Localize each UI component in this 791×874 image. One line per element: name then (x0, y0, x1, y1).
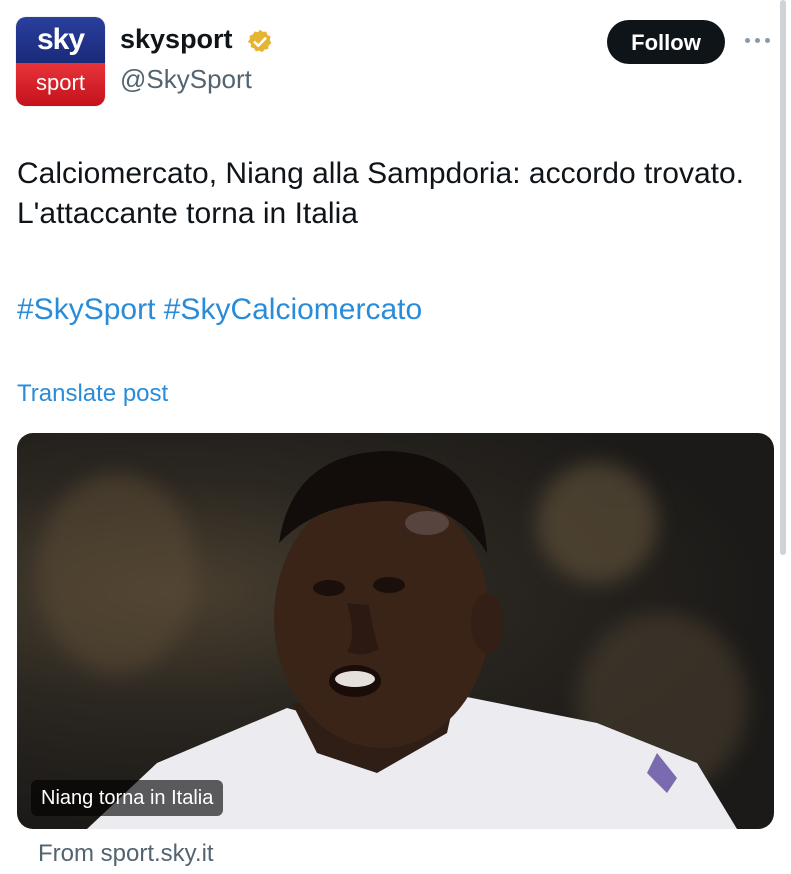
avatar-logo-top: sky (16, 17, 105, 64)
more-options-icon[interactable] (743, 32, 773, 48)
link-source[interactable]: From sport.sky.it (38, 840, 214, 868)
hashtags: #SkySport #SkyCalciomercato (17, 290, 422, 330)
scrollbar[interactable] (780, 0, 786, 555)
player-photo (87, 451, 737, 829)
post-header: sky sport skysport @SkySport Follow (0, 0, 791, 120)
display-name[interactable]: skysport (120, 24, 233, 55)
follow-button[interactable]: Follow (607, 20, 725, 64)
avatar-logo-bottom: sport (16, 63, 105, 106)
hashtag-link[interactable]: #SkySport (17, 293, 155, 326)
hashtag-link[interactable]: #SkyCalciomercato (164, 293, 422, 326)
post-text: Calciomercato, Niang alla Sampdoria: acc… (17, 157, 745, 230)
link-card-image[interactable]: Niang torna in Italia (17, 433, 774, 829)
user-handle[interactable]: @SkySport (120, 64, 252, 95)
translate-post-link[interactable]: Translate post (17, 380, 168, 408)
avatar[interactable]: sky sport (16, 17, 105, 106)
verified-badge-icon (247, 29, 272, 53)
media-caption: Niang torna in Italia (31, 780, 224, 816)
